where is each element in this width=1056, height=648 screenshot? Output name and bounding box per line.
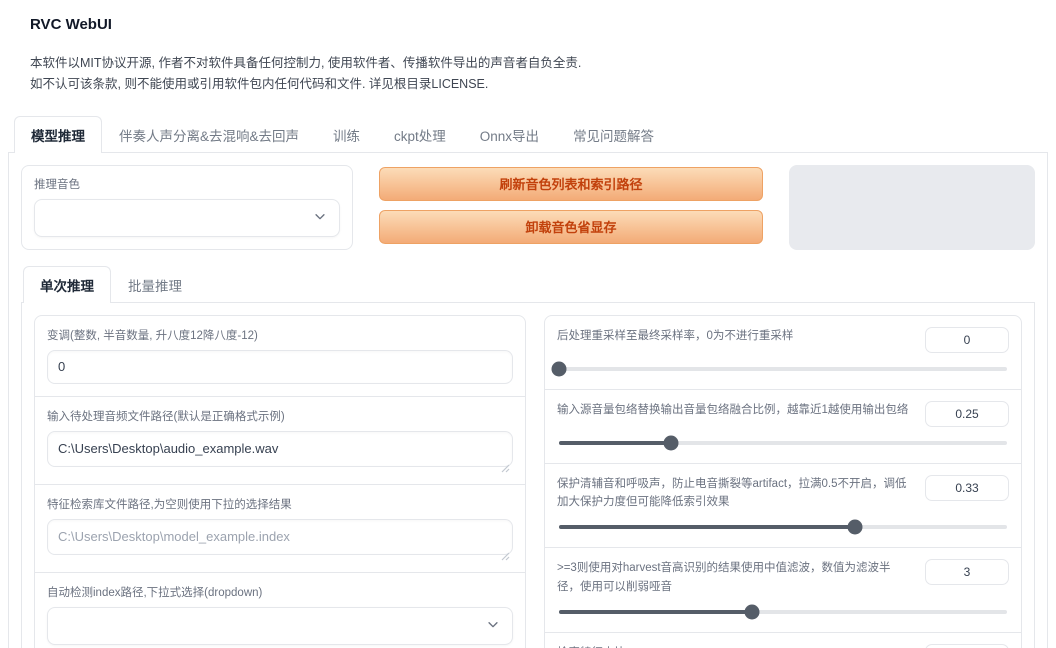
tab-faq[interactable]: 常见问题解答	[556, 116, 671, 153]
index-rate-slider-row: 检索特征占比 0.75	[545, 632, 1021, 648]
audio-path-field: 输入待处理音频文件路径(默认是正确格式示例) C:\Users\Desktop\…	[35, 396, 525, 484]
index-path-label: 特征检索库文件路径,为空则使用下拉的选择结果	[47, 496, 513, 512]
inference-subtabs: 单次推理 批量推理 变调(整数, 半音数量, 升八度12降八度-12)	[21, 266, 1035, 648]
inference-subtabbar: 单次推理 批量推理	[21, 266, 1035, 303]
rms-mix-slider-row: 输入源音量包络替换输出音量包络融合比例，越靠近1越使用输出包络 0.25	[545, 389, 1021, 463]
inference-voice-label: 推理音色	[34, 176, 340, 192]
rms-mix-slider[interactable]	[559, 441, 1007, 445]
audio-path-label: 输入待处理音频文件路径(默认是正确格式示例)	[47, 408, 513, 424]
unload-voice-button[interactable]: 卸载音色省显存	[379, 210, 763, 244]
audio-path-input[interactable]: C:\Users\Desktop\audio_example.wav	[47, 431, 513, 467]
index-rate-value-input[interactable]: 0.75	[925, 644, 1009, 648]
chevron-down-icon	[313, 209, 327, 226]
license-disclaimer: 本软件以MIT协议开源, 作者不对软件具备任何控制力, 使用软件者、传播软件导出…	[30, 53, 1026, 96]
empty-placeholder-block	[789, 165, 1035, 250]
slider-thumb[interactable]	[664, 435, 679, 450]
slider-form: 后处理重采样至最终采样率，0为不进行重采样 0 输入源	[544, 315, 1022, 648]
inference-left-column: 变调(整数, 半音数量, 升八度12降八度-12) 输入待处理音频文件路径(默认…	[34, 315, 526, 648]
disclaimer-line-2: 如不认可该条款, 则不能使用或引用软件包内任何代码和文件. 详见根目录LICEN…	[30, 74, 1026, 95]
inference-voice-dropdown[interactable]	[34, 199, 340, 237]
page-title: RVC WebUI	[30, 16, 1026, 33]
disclaimer-line-1: 本软件以MIT协议开源, 作者不对软件具备任何控制力, 使用软件者、传播软件导出…	[30, 53, 1026, 74]
tab-onnx-export[interactable]: Onnx导出	[463, 116, 556, 153]
tab-ckpt-processing[interactable]: ckpt处理	[377, 116, 463, 153]
inference-input-form: 变调(整数, 半音数量, 升八度12降八度-12) 输入待处理音频文件路径(默认…	[34, 315, 526, 648]
slider-thumb[interactable]	[744, 605, 759, 620]
median-filter-slider[interactable]	[559, 610, 1007, 614]
slider-thumb[interactable]	[847, 520, 862, 535]
protect-value-input[interactable]: 0.33	[925, 475, 1009, 501]
main-tabbar: 模型推理 伴奏人声分离&去混响&去回声 训练 ckpt处理 Onnx导出 常见问…	[8, 116, 1048, 153]
slider-thumb[interactable]	[552, 361, 567, 376]
median-filter-slider-label: >=3则使用对harvest音高识别的结果使用中值滤波，数值为滤波半径，使用可以…	[557, 559, 911, 596]
rms-mix-value-input[interactable]: 0.25	[925, 401, 1009, 427]
subtab-batch-inference[interactable]: 批量推理	[111, 266, 199, 303]
pitch-input[interactable]	[47, 350, 513, 384]
index-path-input[interactable]	[47, 519, 513, 555]
resize-handle-icon[interactable]	[501, 548, 510, 557]
resize-handle-icon[interactable]	[501, 460, 510, 469]
pitch-field: 变调(整数, 半音数量, 升八度12降八度-12)	[35, 316, 525, 396]
inference-right-column: 后处理重采样至最终采样率，0为不进行重采样 0 输入源	[544, 315, 1022, 648]
index-dropdown-field: 自动检测index路径,下拉式选择(dropdown)	[35, 572, 525, 648]
main-tabs: 模型推理 伴奏人声分离&去混响&去回声 训练 ckpt处理 Onnx导出 常见问…	[8, 116, 1048, 648]
pitch-label: 变调(整数, 半音数量, 升八度12降八度-12)	[47, 327, 513, 343]
resample-slider-label: 后处理重采样至最终采样率，0为不进行重采样	[557, 327, 911, 345]
voice-row: 推理音色 刷新音色列表和索引路径 卸载音色省显存	[21, 165, 1035, 250]
rms-mix-slider-label: 输入源音量包络替换输出音量包络融合比例，越靠近1越使用输出包络	[557, 401, 911, 419]
protect-slider-row: 保护清辅音和呼吸声，防止电音撕裂等artifact，拉满0.5不开启，调低加大保…	[545, 463, 1021, 548]
tab-model-inference[interactable]: 模型推理	[14, 116, 102, 153]
chevron-down-icon	[486, 617, 500, 634]
index-dropdown-label: 自动检测index路径,下拉式选择(dropdown)	[47, 584, 513, 600]
protect-slider[interactable]	[559, 525, 1007, 529]
voice-buttons-column: 刷新音色列表和索引路径 卸载音色省显存	[367, 165, 775, 250]
resample-value-input[interactable]: 0	[925, 327, 1009, 353]
tab-training[interactable]: 训练	[316, 116, 377, 153]
subtab-single-inference[interactable]: 单次推理	[23, 266, 111, 303]
page-header: RVC WebUI 本软件以MIT协议开源, 作者不对软件具备任何控制力, 使用…	[0, 0, 1056, 100]
inference-voice-block: 推理音色	[21, 165, 353, 250]
single-inference-panel: 变调(整数, 半音数量, 升八度12降八度-12) 输入待处理音频文件路径(默认…	[21, 303, 1035, 648]
index-path-field: 特征检索库文件路径,为空则使用下拉的选择结果	[35, 484, 525, 572]
resample-slider-row: 后处理重采样至最终采样率，0为不进行重采样 0	[545, 316, 1021, 389]
index-dropdown[interactable]	[47, 607, 513, 645]
model-inference-panel: 推理音色 刷新音色列表和索引路径 卸载音色省显存 单次推理 批量推理	[8, 153, 1048, 648]
index-rate-slider-label: 检索特征占比	[557, 644, 911, 648]
resample-slider[interactable]	[559, 367, 1007, 371]
median-filter-value-input[interactable]: 3	[925, 559, 1009, 585]
protect-slider-label: 保护清辅音和呼吸声，防止电音撕裂等artifact，拉满0.5不开启，调低加大保…	[557, 475, 911, 512]
refresh-voice-list-button[interactable]: 刷新音色列表和索引路径	[379, 167, 763, 201]
tab-vocal-separation[interactable]: 伴奏人声分离&去混响&去回声	[102, 116, 316, 153]
median-filter-slider-row: >=3则使用对harvest音高识别的结果使用中值滤波，数值为滤波半径，使用可以…	[545, 547, 1021, 632]
